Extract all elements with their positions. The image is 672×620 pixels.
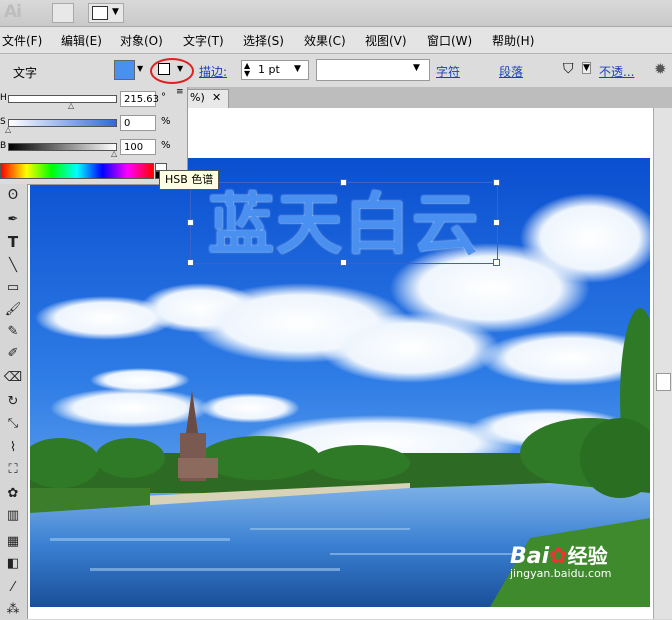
menu-window[interactable]: 窗口(W) <box>427 32 472 49</box>
document-tab[interactable]: %) ✕ <box>187 89 229 109</box>
selection-handle[interactable] <box>493 219 500 226</box>
blend-icon[interactable]: ⁂ <box>2 600 24 620</box>
menu-effect[interactable]: 效果(C) <box>304 32 346 49</box>
vertical-scrollbar[interactable] <box>653 108 672 619</box>
paw-icon: ✿ <box>549 544 568 569</box>
menu-view[interactable]: 视图(V) <box>365 32 407 49</box>
chevron-down-icon: ▼ <box>294 64 301 74</box>
stroke-label[interactable]: 描边: <box>199 63 227 80</box>
control-bar: 文字 ▼ ▼ 描边: ▲ ▼ 1 pt ▼ ▼ 字符 段落 ⛉ ▼ 不透... ✹ <box>0 54 672 88</box>
brightness-field[interactable]: 100 <box>120 139 156 155</box>
rotate-icon[interactable]: ↻ <box>2 392 24 412</box>
saturation-field[interactable]: 0 <box>120 115 156 131</box>
menu-type[interactable]: 文字(T) <box>183 32 224 49</box>
watermark-url: jingyan.baidu.com <box>510 567 612 580</box>
selection-handle[interactable] <box>340 259 347 266</box>
gradient-icon[interactable]: ◧ <box>2 554 24 574</box>
watermark-brand: Bai <box>510 544 550 569</box>
recolor-icon[interactable]: ✹ <box>654 60 667 78</box>
saturation-slider-thumb[interactable]: △ <box>5 125 11 134</box>
hsb-spectrum-tooltip: HSB 色谱 <box>159 170 220 190</box>
menu-help[interactable]: 帮助(H) <box>492 32 534 49</box>
hue-label: H <box>0 93 7 103</box>
type-icon[interactable]: T <box>2 232 24 252</box>
menu-object[interactable]: 对象(O) <box>120 32 163 49</box>
style-dropdown-icon[interactable]: ▼ <box>582 62 591 74</box>
brightness-slider-thumb[interactable]: △ <box>111 149 117 158</box>
menu-file[interactable]: 文件(F) <box>2 32 42 49</box>
color-spectrum[interactable] <box>0 163 154 179</box>
pencil-icon[interactable]: ✎ <box>2 322 24 342</box>
mesh-icon[interactable]: ▦ <box>2 532 24 552</box>
paragraph-link[interactable]: 段落 <box>499 63 523 80</box>
fill-dropdown-icon[interactable]: ▼ <box>137 64 143 73</box>
paintbrush-icon[interactable]: 🖌 <box>2 300 24 320</box>
arrange-documents-button[interactable]: ▼ <box>88 3 124 23</box>
free-transform-icon[interactable]: ⛶ <box>2 460 24 480</box>
brightness-slider[interactable] <box>8 143 117 151</box>
menu-edit[interactable]: 编辑(E) <box>61 32 102 49</box>
app-logo: Ai <box>4 2 22 22</box>
watermark-brand-suffix: 经验 <box>567 544 608 568</box>
selection-bounding-box <box>190 182 498 264</box>
stroke-weight-field[interactable]: ▲ ▼ 1 pt ▼ <box>241 60 309 80</box>
highlight-circle <box>150 58 194 84</box>
chevron-down-icon: ▼ <box>112 7 119 17</box>
hue-slider-thumb[interactable]: △ <box>68 101 74 110</box>
hue-field[interactable]: 215.63 <box>120 91 159 107</box>
fill-swatch[interactable] <box>114 60 135 80</box>
hue-slider[interactable] <box>8 95 117 103</box>
tab-label-fragment: %) <box>190 91 205 104</box>
selection-handle[interactable] <box>187 259 194 266</box>
stroke-dropdown-icon[interactable]: ▼ <box>177 64 183 73</box>
style-icon[interactable]: ⛉ <box>563 61 574 77</box>
bridge-button[interactable] <box>52 3 74 23</box>
tools-panel: ʘ ✒ T ╲ ▭ 🖌 ✎ ✐ ⌫ ↻ ⤡ ⌇ ⛶ ✿ ▥ ▦ ◧ ⁄ ⁂ <box>0 184 28 619</box>
app-bar: Ai ▼ <box>0 0 672 27</box>
character-link[interactable]: 字符 <box>436 63 460 80</box>
scale-icon[interactable]: ⤡ <box>2 414 24 434</box>
symbol-sprayer-icon[interactable]: ✿ <box>2 484 24 504</box>
chevron-down-icon: ▼ <box>413 63 420 73</box>
selection-handle[interactable] <box>187 219 194 226</box>
scrollbar-thumb[interactable] <box>656 373 671 391</box>
warp-icon[interactable]: ⌇ <box>2 438 24 458</box>
lasso-icon[interactable]: ʘ <box>2 186 24 206</box>
watermark: Bai✿经验 jingyan.baidu.com <box>510 540 612 580</box>
selection-handle[interactable] <box>340 179 347 186</box>
menu-bar: 文件(F) 编辑(E) 对象(O) 文字(T) 选择(S) 效果(C) 视图(V… <box>0 27 672 54</box>
saturation-slider[interactable] <box>8 119 117 127</box>
saturation-unit: % <box>161 116 171 127</box>
panel-menu-icon[interactable]: ≡ <box>176 87 184 97</box>
hue-unit: ° <box>161 92 166 103</box>
blob-brush-icon[interactable]: ✐ <box>2 344 24 364</box>
layout-icon <box>92 6 108 20</box>
selection-handle[interactable] <box>493 179 500 186</box>
opacity-link[interactable]: 不透... <box>599 63 634 80</box>
tool-label: 文字 <box>13 66 38 80</box>
selection-handle[interactable] <box>493 259 500 266</box>
menu-select[interactable]: 选择(S) <box>243 32 284 49</box>
column-graph-icon[interactable]: ▥ <box>2 506 24 526</box>
brightness-unit: % <box>161 140 171 151</box>
eraser-icon[interactable]: ⌫ <box>2 368 24 388</box>
brightness-label: B <box>0 141 7 151</box>
pen-icon[interactable]: ✒ <box>2 210 24 230</box>
stepper-icon[interactable]: ▲ ▼ <box>244 62 250 78</box>
rectangle-icon[interactable]: ▭ <box>2 278 24 298</box>
variable-width-field[interactable]: ▼ <box>316 59 430 81</box>
close-icon[interactable]: ✕ <box>212 91 221 104</box>
line-icon[interactable]: ╲ <box>2 256 24 276</box>
stroke-weight-value: 1 pt <box>258 63 280 76</box>
stroke-swatch[interactable] <box>158 63 170 75</box>
eyedropper-icon[interactable]: ⁄ <box>2 578 24 598</box>
